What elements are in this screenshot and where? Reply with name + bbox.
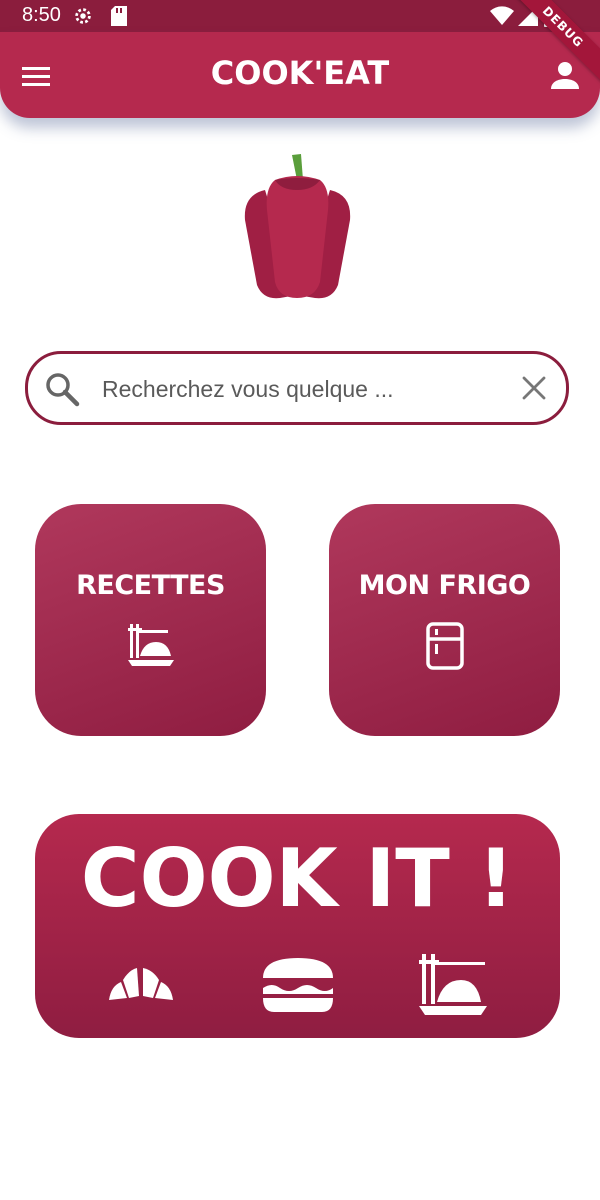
recipes-button[interactable]: RECETTES <box>35 504 266 736</box>
close-icon[interactable] <box>522 376 546 404</box>
search-icon[interactable] <box>44 371 80 411</box>
settings-icon <box>72 5 94 31</box>
dish-icon <box>126 622 176 672</box>
sd-card-icon <box>110 5 128 31</box>
status-bar: 8:50 <box>0 0 600 32</box>
search-bar <box>25 351 569 425</box>
croissant-icon <box>107 964 175 1008</box>
burger-icon <box>260 956 336 1018</box>
search-input[interactable] <box>100 368 504 410</box>
app-title: COOK'EAT <box>210 54 390 92</box>
wifi-icon <box>490 5 514 31</box>
cook-it-button[interactable]: COOK IT ! <box>35 814 560 1038</box>
dish-icon <box>417 952 489 1022</box>
fridge-icon <box>425 622 465 674</box>
recipes-label: RECETTES <box>76 570 225 601</box>
account-icon[interactable] <box>550 60 580 94</box>
my-fridge-label: MON FRIGO <box>358 570 531 601</box>
status-time: 8:50 <box>22 4 61 26</box>
app-bar: COOK'EAT <box>0 32 600 118</box>
cook-it-label: COOK IT ! <box>80 832 515 925</box>
my-fridge-button[interactable]: MON FRIGO <box>329 504 560 736</box>
bell-pepper-icon <box>235 150 360 304</box>
